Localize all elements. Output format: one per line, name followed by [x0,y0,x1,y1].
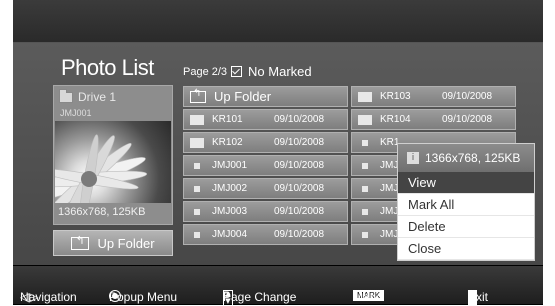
help-popup-label: Popup Menu [109,290,178,304]
file-icon [362,185,368,192]
popup-item-view[interactable]: View [398,172,534,194]
up-folder-button-label: Up Folder [97,235,155,251]
file-name: Up Folder [214,89,272,104]
top-strip [13,0,543,43]
folder-icon [190,137,204,148]
help-page-change-label: Page Change [223,290,297,304]
file-icon [194,185,200,192]
file-icon [362,231,368,238]
file-date: 09/10/2008 [274,183,325,194]
file-name: KR102 [212,137,243,148]
file-row[interactable]: JMJ002 09/10/2008 [183,178,348,199]
preview-card: Drive 1 JMJ001 1366x768, 125KB [53,85,173,225]
file-icon [362,139,368,146]
folder-icon [358,91,372,102]
drive-name: Drive 1 [78,90,117,104]
file-icon [194,208,200,215]
file-name: JMJ003 [212,206,248,217]
preview-thumbnail [55,121,171,203]
file-row[interactable]: JMJ004 09/10/2008 [183,224,348,245]
file-row[interactable]: JMJ001 09/10/2008 [183,155,348,176]
file-date: 09/10/2008 [274,114,325,125]
file-row[interactable]: KR102 09/10/2008 [183,132,348,153]
info-icon: i [407,152,419,164]
file-name: KR104 [380,114,411,125]
file-row[interactable]: KR104 09/10/2008 [351,109,516,130]
help-navigation-label: Navigation [20,290,77,304]
up-folder-button[interactable]: Up Folder [53,230,173,256]
file-icon [362,162,368,169]
file-row-up-folder[interactable]: Up Folder [183,86,348,107]
help-exit-label: Exit [468,290,489,304]
file-date: 09/10/2008 [442,114,493,125]
popup-item-close[interactable]: Close [398,238,534,260]
popup-header: i 1366x768, 125KB [398,144,534,172]
file-name: KR101 [212,114,243,125]
file-date: 09/10/2008 [274,160,325,171]
file-icon [194,231,200,238]
page-indicator: Page 2/3 [183,65,228,78]
preview-resolution: 1366x768, 125KB [58,206,146,218]
popup-item-delete[interactable]: Delete [398,216,534,238]
up-folder-icon [190,88,206,103]
file-date: 09/10/2008 [274,229,325,240]
drive-folder-icon [59,88,73,103]
folder-icon [358,114,372,125]
help-bar: ◁▷ Navigation Popup Menu P ▲ ▼ Page Chang… [13,266,543,306]
help-mark-label: Mark [353,290,380,304]
folder-icon [190,114,204,125]
page-title: Photo List [61,55,154,80]
checkbox-icon [231,66,243,77]
file-name: JMJ002 [212,183,248,194]
popup-header-text: 1366x768, 125KB [425,151,521,165]
file-date: 09/10/2008 [274,137,325,148]
page-info: Page 2/3 No Marked [183,64,312,79]
file-row[interactable]: KR103 09/10/2008 [351,86,516,107]
marked-status: No Marked [248,64,312,79]
file-date: 09/10/2008 [274,206,325,217]
file-name: JMJ001 [212,160,248,171]
file-icon [362,208,368,215]
popup-item-mark-all[interactable]: Mark All [398,194,534,216]
file-name: JMJ004 [212,229,248,240]
flower-image [55,134,148,203]
file-date: 09/10/2008 [442,91,493,102]
file-name: KR103 [380,91,411,102]
file-row[interactable]: JMJ003 09/10/2008 [183,201,348,222]
popup-menu: i 1366x768, 125KB View Mark All Delete C… [397,143,535,261]
preview-file-name: JMJ001 [60,108,92,118]
file-row[interactable]: KR101 09/10/2008 [183,109,348,130]
file-icon [194,162,200,169]
up-folder-icon [71,234,90,250]
drive-label: Drive 1 [59,88,117,104]
